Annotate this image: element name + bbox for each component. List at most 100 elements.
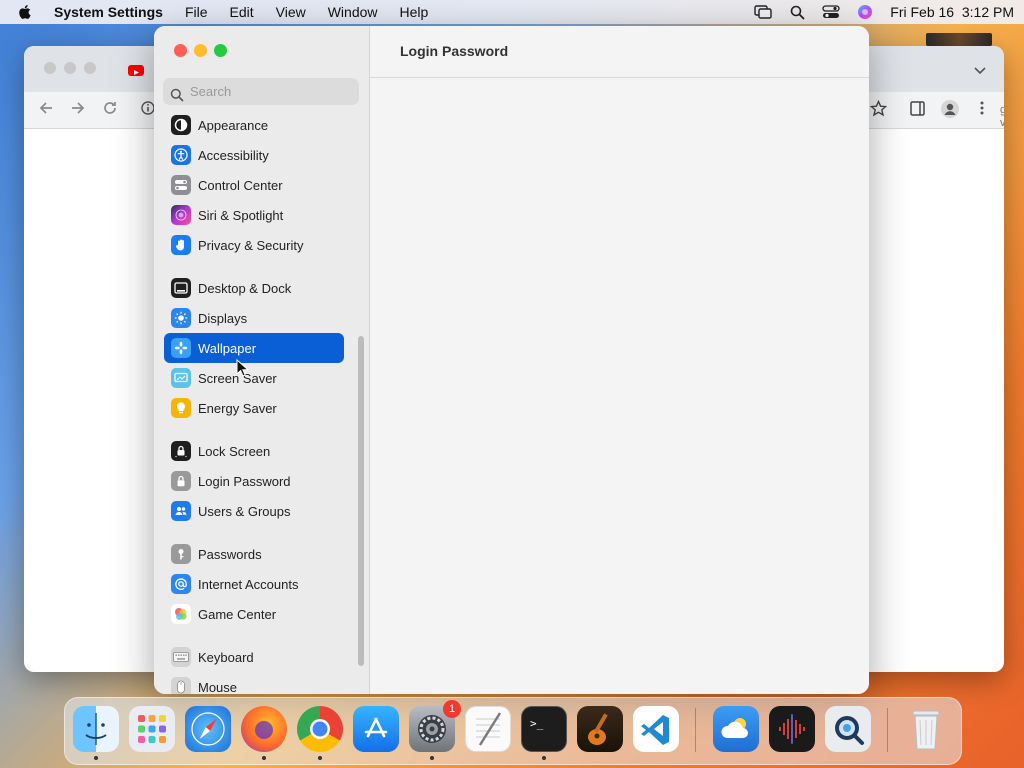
lock-icon [171, 471, 191, 491]
apple-menu-icon[interactable] [18, 4, 34, 20]
sidebar-item-screen-saver[interactable]: Screen Saver [164, 363, 344, 393]
finder-app-icon[interactable] [73, 706, 119, 752]
bookmark-star-icon[interactable] [869, 99, 888, 122]
screen-saver-icon [171, 368, 191, 388]
game-center-icon [171, 604, 191, 624]
sidebar-item-label: Lock Screen [198, 443, 271, 459]
screenshot-thumbnail[interactable] [926, 33, 992, 46]
spotlight-search-icon[interactable] [788, 3, 806, 21]
browser-zoom-button[interactable] [84, 62, 96, 74]
trash-icon[interactable] [903, 706, 949, 752]
terminal-app-icon[interactable]: >_ [521, 706, 567, 752]
sidebar-item-passwords[interactable]: Passwords [164, 539, 344, 569]
close-button[interactable] [174, 44, 187, 57]
quicktime-app-icon[interactable] [825, 706, 871, 752]
safari-app-icon[interactable] [185, 706, 231, 752]
menu-bar: System Settings File Edit View Window He… [0, 0, 1024, 24]
sidebar-item-privacy-security[interactable]: Privacy & Security [164, 230, 344, 260]
garageband-app-icon[interactable] [577, 706, 623, 752]
search-icon [170, 84, 184, 111]
sidebar-item-keyboard[interactable]: Keyboard [164, 642, 344, 672]
key-icon [171, 544, 191, 564]
content-header: Login Password [370, 26, 869, 78]
back-arrow-icon[interactable] [38, 100, 54, 121]
search-field[interactable]: Search [163, 78, 359, 105]
control-center-icon [171, 175, 191, 195]
siri-icon[interactable] [856, 3, 874, 21]
clock[interactable]: Fri Feb 16 3:12 PM [890, 4, 1014, 20]
desktop-dock-icon [171, 278, 191, 298]
users-icon [171, 501, 191, 521]
running-indicator [542, 756, 546, 760]
profile-avatar-icon[interactable] [940, 99, 960, 124]
accessibility-icon [171, 145, 191, 165]
help-menu[interactable]: Help [400, 4, 429, 20]
sidebar-item-control-center[interactable]: Control Center [164, 170, 344, 200]
sidebar-item-label: Keyboard [198, 649, 254, 665]
textedit-app-icon[interactable] [465, 706, 511, 752]
sidebar-item-game-center[interactable]: Game Center [164, 599, 344, 629]
voice-memos-app-icon[interactable] [769, 706, 815, 752]
wallpaper-icon [171, 338, 191, 358]
app-name-menu[interactable]: System Settings [54, 4, 163, 20]
system-settings-app-icon[interactable]: 1 [409, 700, 461, 752]
forward-arrow-icon[interactable] [70, 100, 86, 121]
sidebar-item-label: Wallpaper [198, 340, 257, 356]
browser-minimize-button[interactable] [64, 62, 76, 74]
edit-menu[interactable]: Edit [230, 4, 254, 20]
mouse-cursor [236, 358, 250, 382]
control-center-icon[interactable] [822, 3, 840, 21]
browser-close-button[interactable] [44, 62, 56, 74]
sidebar-item-label: Login Password [198, 473, 291, 489]
sidebar-item-label: Privacy & Security [198, 237, 304, 253]
keyboard-icon [171, 647, 191, 667]
window-menu[interactable]: Window [328, 4, 378, 20]
sidebar-item-appearance[interactable]: Appearance [164, 110, 344, 140]
browser-menu-icon[interactable] [980, 100, 984, 121]
sidebar-item-label: Users & Groups [198, 503, 291, 519]
sidebar-item-label: Displays [198, 310, 248, 326]
sidebar-item-desktop-dock[interactable]: Desktop & Dock [164, 273, 344, 303]
file-menu[interactable]: File [185, 4, 208, 20]
sidebar-item-lock-screen[interactable]: Lock Screen [164, 436, 344, 466]
reload-icon[interactable] [102, 100, 118, 121]
running-indicator [430, 756, 434, 760]
appearance-icon [171, 115, 191, 135]
sidebar-item-label: Accessibility [198, 147, 269, 163]
firefox-app-icon[interactable] [241, 706, 287, 752]
screen-mirroring-icon[interactable] [754, 3, 772, 21]
sidebar-item-accessibility[interactable]: Accessibility [164, 140, 344, 170]
hand-icon [171, 235, 191, 255]
vscode-app-icon[interactable] [633, 706, 679, 752]
app-store-app-icon[interactable] [353, 706, 399, 752]
sidebar-item-displays[interactable]: Displays [164, 303, 344, 333]
lock-screen-icon [171, 441, 191, 461]
notification-badge: 1 [443, 700, 461, 718]
launchpad-app-icon[interactable] [129, 706, 175, 752]
sidebar-item-wallpaper[interactable]: Wallpaper [164, 333, 344, 363]
view-menu[interactable]: View [276, 4, 306, 20]
minimize-button[interactable] [194, 44, 207, 57]
running-indicator [262, 756, 266, 760]
youtube-tab-icon[interactable] [128, 65, 144, 76]
running-indicator [318, 756, 322, 760]
sidebar-item-label: Game Center [198, 606, 277, 622]
side-panel-icon[interactable] [910, 101, 925, 121]
energy-saver-icon [171, 398, 191, 418]
search-placeholder: Search [190, 84, 232, 99]
sidebar-item-mouse[interactable]: Mouse [164, 672, 344, 694]
chrome-app-icon[interactable] [297, 706, 343, 752]
sidebar-item-users-groups[interactable]: Users & Groups [164, 496, 344, 526]
at-icon [171, 574, 191, 594]
chevron-down-icon[interactable] [974, 62, 986, 80]
sidebar-scrollbar[interactable] [358, 336, 364, 666]
sidebar-item-siri-spotlight[interactable]: Siri & Spotlight [164, 200, 344, 230]
site-info-icon[interactable] [141, 100, 155, 121]
sidebar-item-label: Energy Saver [198, 400, 277, 416]
weather-app-icon[interactable] [713, 706, 759, 752]
sidebar-item-label: Passwords [198, 546, 262, 562]
sidebar-item-energy-saver[interactable]: Energy Saver [164, 393, 344, 423]
zoom-button[interactable] [214, 44, 227, 57]
sidebar-item-login-password[interactable]: Login Password [164, 466, 344, 496]
sidebar-item-internet-accounts[interactable]: Internet Accounts [164, 569, 344, 599]
